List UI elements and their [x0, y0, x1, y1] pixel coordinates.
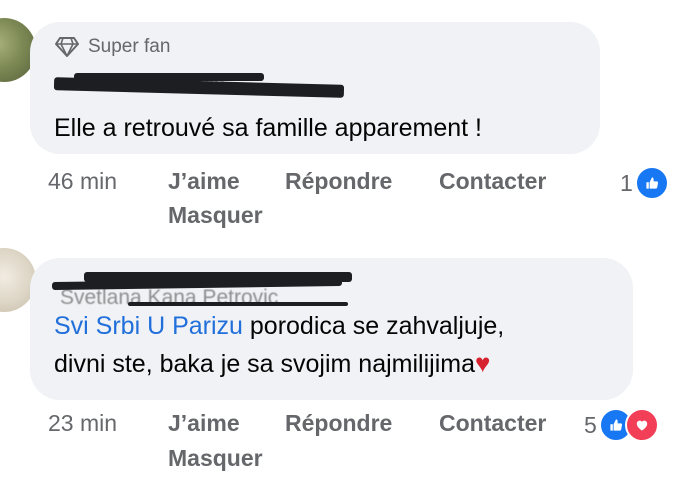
redaction-mark: [128, 302, 348, 306]
reaction-count: 1: [620, 169, 633, 196]
like-icon: [634, 166, 669, 200]
super-fan-badge: Super fan: [54, 36, 170, 58]
reaction-count: 5: [584, 411, 597, 438]
hide-button[interactable]: Masquer: [168, 202, 263, 229]
contact-button[interactable]: Contacter: [439, 410, 546, 437]
comment-text-line2: divni ste, baka je sa svojim najmilijima: [54, 350, 475, 378]
diamond-icon: [55, 37, 79, 57]
comment-actions: 23 min J’aime Répondre Contacter Masquer: [48, 410, 608, 474]
like-button[interactable]: J’aime: [168, 168, 240, 195]
comment-time[interactable]: 46 min: [48, 168, 117, 195]
comment-text-line1: porodica se zahvaljuje,: [242, 312, 505, 340]
reply-button[interactable]: Répondre: [285, 168, 392, 195]
comment-bubble: Super fan Srifa Jovanovic Elle a retrouv…: [30, 22, 600, 154]
heart-emoji: ♥: [474, 348, 491, 378]
comment-actions: 46 min J’aime Répondre Contacter Masquer: [48, 168, 608, 232]
love-icon: [624, 408, 659, 442]
commenter-name[interactable]: Srifa Jovanovic: [53, 68, 354, 108]
comment-bubble: Svetlana Kana Petrovic Svi Srbi U Parizu…: [30, 258, 633, 400]
like-button[interactable]: J’aime: [168, 410, 240, 437]
mention-link[interactable]: Svi Srbi U Parizu: [54, 312, 243, 340]
contact-button[interactable]: Contacter: [439, 168, 546, 195]
comment-time[interactable]: 23 min: [48, 410, 117, 437]
badge-label: Super fan: [88, 36, 171, 57]
commenter-name[interactable]: Svetlana Kana Petrovic: [48, 268, 358, 309]
commenter-name-text: Svetlana Kana Petrovic: [60, 286, 279, 309]
reaction-summary[interactable]: 5: [584, 408, 659, 442]
comment-text: Svi Srbi U Parizu porodica se zahvaljuje…: [54, 308, 629, 383]
reaction-summary[interactable]: 1: [620, 166, 669, 200]
comment-text: Elle a retrouvé sa famille apparement !: [54, 114, 482, 142]
reply-button[interactable]: Répondre: [285, 410, 392, 437]
hide-button[interactable]: Masquer: [168, 445, 263, 472]
